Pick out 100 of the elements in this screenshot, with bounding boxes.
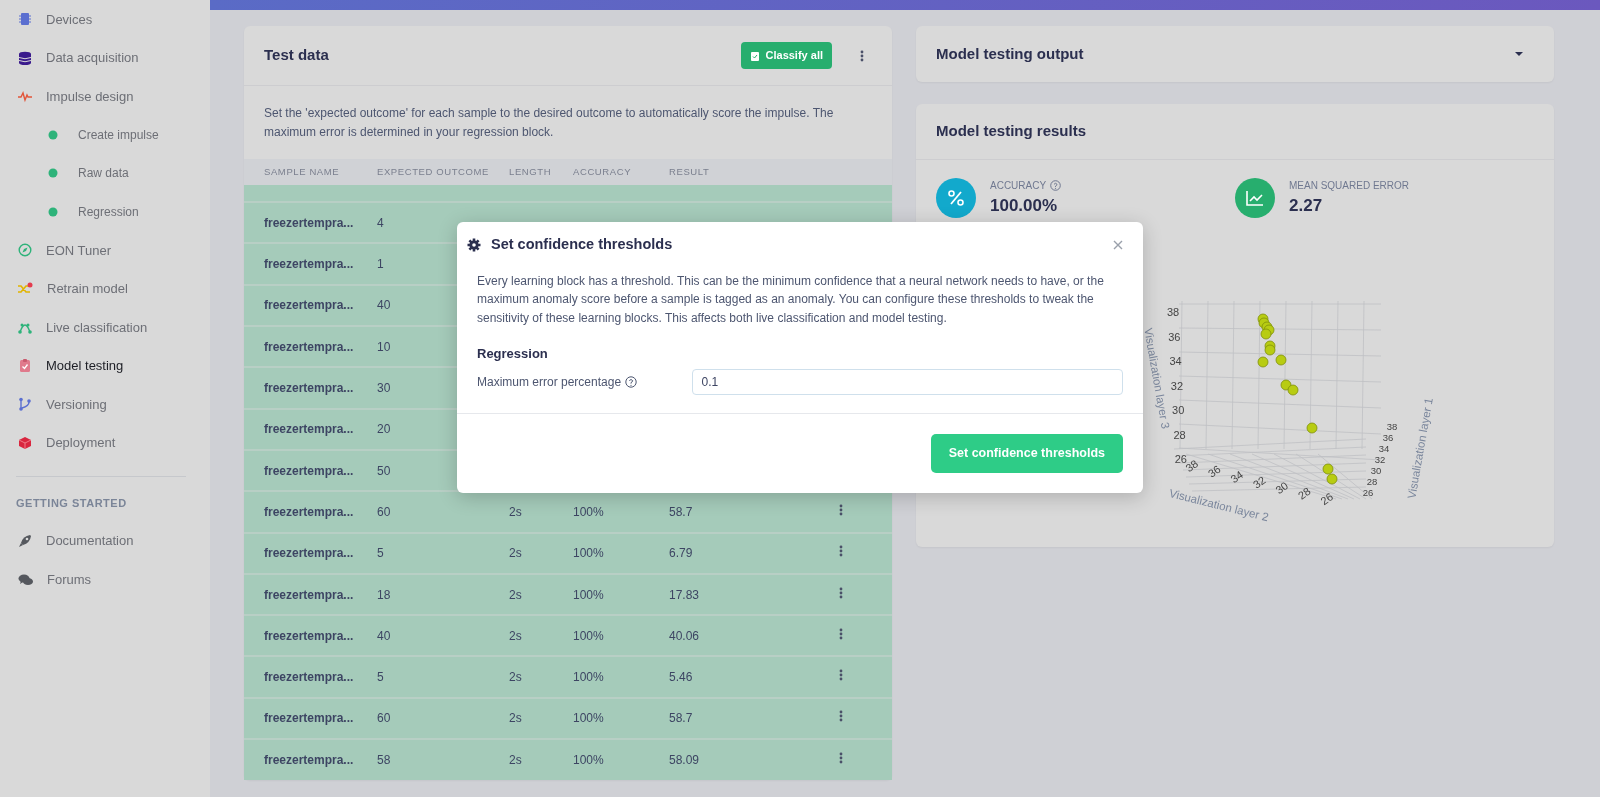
table-cell: 2s <box>489 491 553 533</box>
table-cell: freezertempra... <box>244 573 357 616</box>
table-cell: freezertempra... <box>244 739 357 781</box>
table-cell: 100% <box>553 697 649 740</box>
data-point <box>1306 422 1318 433</box>
column-header: SAMPLE NAME <box>244 159 357 186</box>
sidebar-item[interactable]: EON Tuner <box>0 231 210 270</box>
tick-label: 26 <box>1362 486 1374 498</box>
sidebar-item[interactable]: Model testing <box>0 346 210 385</box>
sidebar-item[interactable]: Forums <box>0 560 210 599</box>
table-cell: 2s <box>489 615 553 657</box>
column-header: LENGTH <box>489 159 553 186</box>
table-cell: 100% <box>553 656 649 698</box>
clipboard-icon <box>18 358 32 374</box>
tick-label: 32 <box>1170 379 1184 391</box>
compass-icon <box>18 243 32 258</box>
table-cell: 2s <box>489 697 553 740</box>
dot-icon <box>48 168 58 179</box>
database-icon <box>18 50 32 65</box>
axis-title: Visualization layer 1 <box>1405 396 1435 500</box>
table-cell: 100% <box>553 491 649 533</box>
kebab-menu-icon <box>839 710 843 723</box>
input-field[interactable]: 0.1 <box>692 369 1123 396</box>
tick-label: 38 <box>1166 305 1180 318</box>
chip-icon <box>18 12 32 27</box>
tick-label: 36 <box>1168 330 1181 342</box>
data-point <box>1280 379 1292 390</box>
kebab-menu-icon <box>839 503 843 516</box>
sidebar-subitem[interactable]: Create impulse <box>0 115 210 154</box>
sidebar-item[interactable]: Documentation <box>0 521 210 560</box>
row-menu-button[interactable] <box>839 503 843 516</box>
sidebar-item[interactable]: Deployment <box>0 423 210 462</box>
table-cell: 5.46 <box>649 656 819 698</box>
row-menu-button[interactable] <box>839 710 843 723</box>
data-point <box>1287 384 1299 395</box>
table-cell: freezertempra... <box>244 408 357 450</box>
table-cell: freezertempra... <box>244 367 357 409</box>
chat-icon <box>18 572 33 586</box>
table-cell: 100% <box>553 532 649 574</box>
submit-button[interactable]: Set confidence thresholds <box>930 434 1123 473</box>
table-cell: 2s <box>489 573 553 616</box>
sidebar-item[interactable]: Devices <box>0 0 210 39</box>
sidebar-item[interactable]: Live classification <box>0 308 210 347</box>
sidebar-item[interactable]: Retrain model <box>0 269 210 308</box>
dialog-title: Set confidence thresholds <box>491 235 674 254</box>
data-point <box>1260 328 1272 339</box>
clipboard-icon <box>749 49 760 62</box>
row-menu-button[interactable] <box>839 586 843 599</box>
table-cell: 100% <box>553 615 649 657</box>
row-menu-button[interactable] <box>839 545 843 558</box>
data-point <box>1326 473 1338 484</box>
tick-label: 30 <box>1273 478 1291 496</box>
table-cell: 100% <box>553 739 649 781</box>
sidebar-subitem[interactable]: Regression <box>0 192 210 231</box>
branch-icon <box>18 397 32 412</box>
tick-label: 32 <box>1250 473 1268 491</box>
section-heading: GETTING STARTED <box>15 496 128 511</box>
caret-icon[interactable] <box>1514 51 1524 57</box>
table-cell: 5 <box>357 532 489 574</box>
data-point <box>1264 344 1276 355</box>
kebab-menu-icon <box>839 669 843 682</box>
table-cell: freezertempra... <box>244 532 357 574</box>
classify-all-button[interactable]: Classify all <box>740 42 832 69</box>
sidebar-item[interactable]: Data acquisition <box>0 38 210 77</box>
tick-label: 34 <box>1228 467 1246 485</box>
settings-icon <box>467 237 481 252</box>
table-cell: 40 <box>357 615 489 657</box>
tick-label: 38 <box>1386 420 1398 432</box>
stat-label: ACCURACY <box>990 179 1047 193</box>
tick-label: 36 <box>1382 431 1394 443</box>
sidebar-item[interactable]: Impulse design <box>0 77 210 116</box>
table-cell: freezertempra... <box>244 491 357 533</box>
shuffle-icon <box>18 281 33 296</box>
sidebar-subitem[interactable]: Raw data <box>0 154 210 193</box>
tick-label: 32 <box>1374 453 1386 465</box>
description-text: Set the 'expected outcome' for each sample to the desired outcome to automatically score the impulse. The maximum error is determined in your regression block. <box>263 105 835 141</box>
tick-label: 30 <box>1172 403 1185 416</box>
table-cell: freezertempra... <box>244 697 357 740</box>
table-cell: 2s <box>489 739 553 781</box>
tick-label: 34 <box>1378 442 1390 454</box>
pulse-icon <box>18 89 32 104</box>
more-button[interactable] <box>860 49 864 62</box>
row-menu-button[interactable] <box>839 752 843 765</box>
close-icon[interactable] <box>1113 239 1123 250</box>
kebab-menu-icon <box>860 49 864 62</box>
table-cell: freezertempra... <box>244 656 357 698</box>
tick-label: 36 <box>1205 462 1223 480</box>
sidebar-item[interactable]: Versioning <box>0 385 210 424</box>
table-cell: 2s <box>489 532 553 574</box>
dot-icon <box>48 129 58 140</box>
kebab-menu-icon <box>839 545 843 558</box>
chart-icon <box>1235 178 1275 219</box>
panel-title: Model testing output <box>936 43 1085 64</box>
table-cell: 60 <box>357 697 489 740</box>
row-menu-button[interactable] <box>839 669 843 682</box>
tick-label: 28 <box>1173 428 1186 440</box>
stat-value: 2.27 <box>1289 195 1324 217</box>
cube-icon <box>18 435 32 450</box>
table-cell: 2s <box>489 656 553 698</box>
row-menu-button[interactable] <box>839 627 843 640</box>
